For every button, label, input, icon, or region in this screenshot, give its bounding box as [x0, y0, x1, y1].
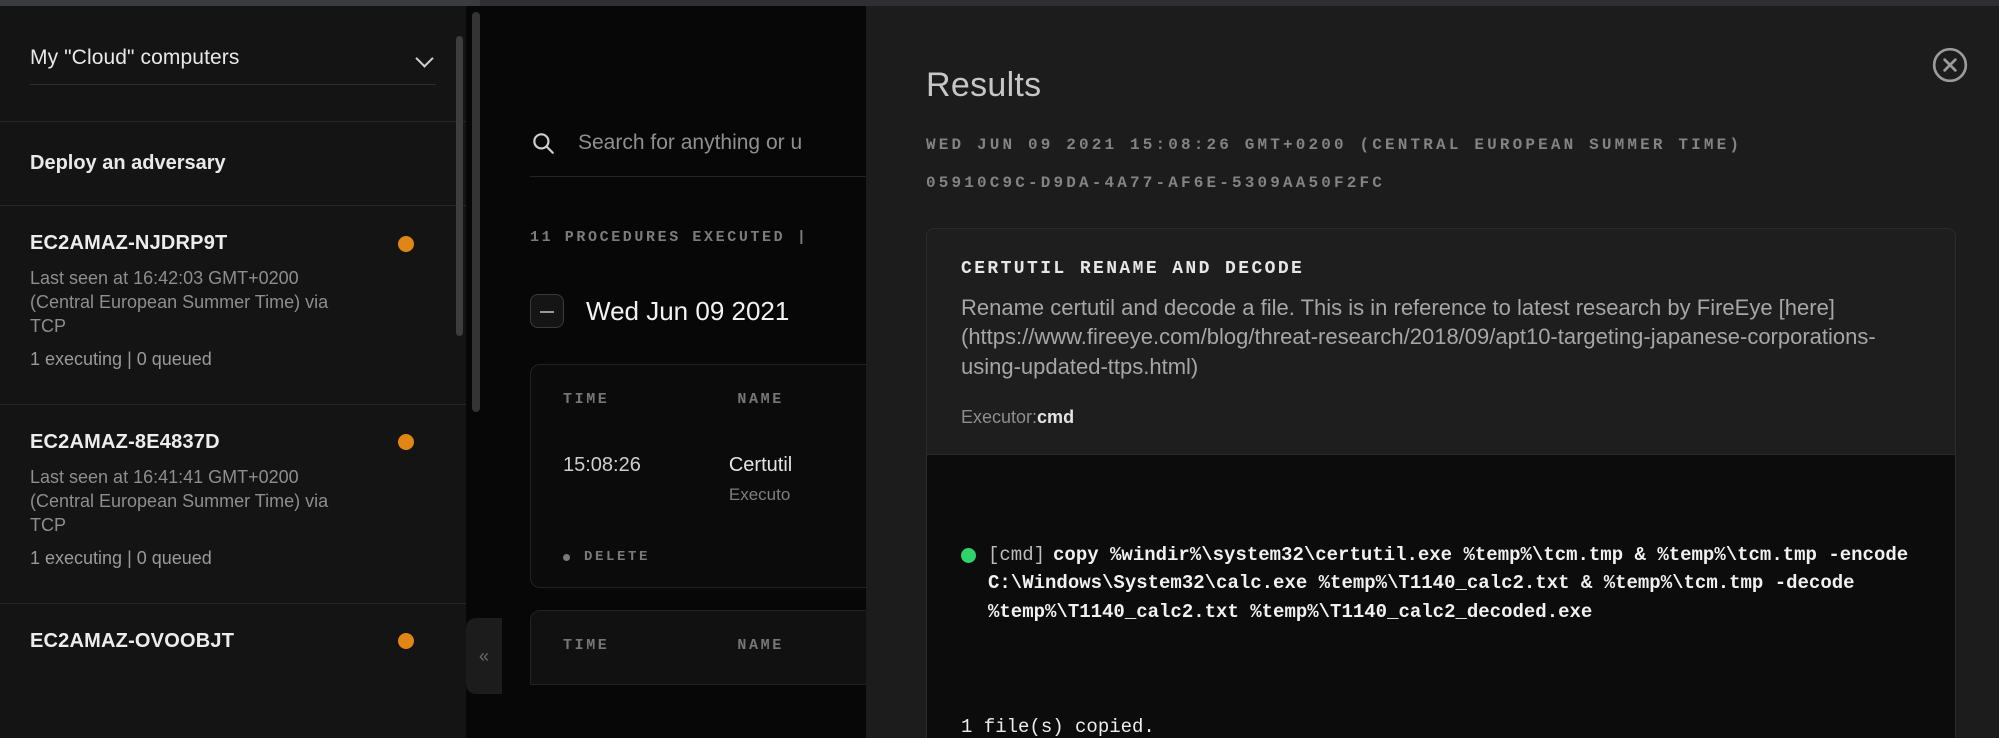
host-header: EC2AMAZ-NJDRP9T	[30, 232, 436, 255]
procedure-time: 15:08:26	[563, 454, 641, 476]
timeline-inner: Search for anything or u 11 PROCEDURES E…	[466, 130, 866, 685]
host-queue-status: 1 executing | 0 queued	[30, 348, 212, 369]
host-list-item[interactable]: EC2AMAZ-NJDRP9T Last seen at 16:42:03 GM…	[0, 205, 466, 404]
results-timestamp: WED JUN 09 2021 15:08:26 GMT+0200 (CENTR…	[926, 136, 1743, 154]
results-panel: Results WED JUN 09 2021 15:08:26 GMT+020…	[866, 6, 1999, 738]
chevron-down-icon	[416, 48, 436, 68]
terminal-command: copy %windir%\system32\certutil.exe %tem…	[988, 543, 1920, 624]
result-card-header: CERTUTIL RENAME AND DECODE Rename certut…	[927, 229, 1955, 454]
group-select-wrap: My "Cloud" computers	[0, 6, 466, 85]
host-last-seen: Last seen at 16:42:03 GMT+0200 (Central …	[30, 268, 329, 336]
host-name: EC2AMAZ-8E4837D	[30, 430, 220, 453]
day-group-header[interactable]: Wed Jun 09 2021	[530, 294, 866, 328]
procedure-card[interactable]: TIME NAME	[530, 610, 866, 685]
column-header-name: NAME	[737, 391, 784, 408]
host-name: EC2AMAZ-NJDRP9T	[30, 232, 228, 254]
operation-timeline-column: Search for anything or u 11 PROCEDURES E…	[466, 6, 866, 738]
results-uuid: 05910C9C-D9DA-4A77-AF6E-5309AA50F2FC	[926, 174, 1386, 192]
day-group-label: Wed Jun 09 2021	[586, 295, 790, 326]
terminal-stdout: 1 file(s) copied.	[961, 715, 1155, 738]
group-select-label: My "Cloud" computers	[30, 46, 240, 69]
column-header-name: NAME	[737, 637, 784, 654]
collapse-handle-glyph: «	[478, 646, 489, 666]
host-queue-status: 1 executing | 0 queued	[30, 547, 212, 568]
search-icon	[530, 130, 556, 156]
host-header: EC2AMAZ-OVOOBJT	[30, 630, 436, 653]
minus-icon[interactable]	[530, 294, 564, 328]
procedure-table-header: TIME NAME	[563, 637, 866, 654]
technique-description: Rename certutil and decode a file. This …	[961, 295, 1876, 379]
timeline-scrollbar[interactable]	[472, 12, 480, 412]
procedure-table-header: TIME NAME	[563, 391, 866, 408]
procedure-name: Certutil	[728, 454, 793, 476]
procedure-name-cell: Certutil Executo	[729, 454, 792, 505]
terminal-command-wrap: [cmd] copy %windir%\system32\certutil.exe…	[988, 541, 1921, 628]
executor-value: cmd	[1037, 406, 1075, 427]
close-circle-icon[interactable]	[1931, 46, 1969, 84]
host-status-dot	[398, 235, 414, 252]
host-last-seen: Last seen at 16:41:41 GMT+0200 (Central …	[30, 466, 329, 535]
column-header-time: TIME	[563, 637, 610, 654]
host-status-dot	[398, 434, 414, 451]
host-list-item[interactable]: EC2AMAZ-OVOOBJT	[0, 602, 466, 687]
procedure-card[interactable]: TIME NAME 15:08:26 Certutil Executo DELE…	[530, 364, 866, 588]
host-status-dot	[398, 633, 414, 650]
delete-label: DELETE	[584, 549, 651, 565]
search-placeholder: Search for anything or u	[578, 131, 803, 154]
terminal-command-line: [cmd] copy %windir%\system32\certutil.exe…	[961, 541, 1921, 628]
result-card: CERTUTIL RENAME AND DECODE Rename certut…	[926, 228, 1956, 738]
delete-button[interactable]: DELETE	[563, 549, 866, 565]
host-name: EC2AMAZ-OVOOBJT	[30, 629, 235, 652]
group-select[interactable]: My "Cloud" computers	[30, 46, 436, 85]
executor-row: Executor:cmd	[961, 407, 1921, 428]
procedures-summary: 11 PROCEDURES EXECUTED |	[530, 229, 809, 246]
app-root: My "Cloud" computers Deploy an adversary…	[0, 0, 1999, 738]
executor-label: Executor:	[961, 406, 1038, 427]
search-field[interactable]: Search for anything or u	[530, 130, 866, 177]
sidebar-scrollbar[interactable]	[456, 36, 463, 336]
column-header-time: TIME	[563, 391, 610, 408]
host-list-item[interactable]: EC2AMAZ-8E4837D Last seen at 16:41:41 GM…	[0, 403, 466, 603]
delete-dot-icon	[563, 553, 570, 561]
status-success-dot-icon	[961, 547, 976, 563]
procedure-executor: Executo	[728, 485, 791, 504]
terminal-output-block: [cmd] copy %windir%\system32\certutil.exe…	[927, 453, 1955, 738]
page-title: Results	[926, 66, 1042, 104]
sidebar: My "Cloud" computers Deploy an adversary…	[0, 6, 466, 738]
chevron-double-left-icon[interactable]: «	[466, 618, 502, 694]
technique-title: CERTUTIL RENAME AND DECODE	[961, 259, 1305, 279]
host-header: EC2AMAZ-8E4837D	[30, 431, 436, 454]
terminal-executor-tag: [cmd]	[988, 543, 1046, 566]
deploy-adversary-button[interactable]: Deploy an adversary	[0, 122, 466, 205]
table-row: 15:08:26 Certutil Executo	[563, 454, 866, 505]
